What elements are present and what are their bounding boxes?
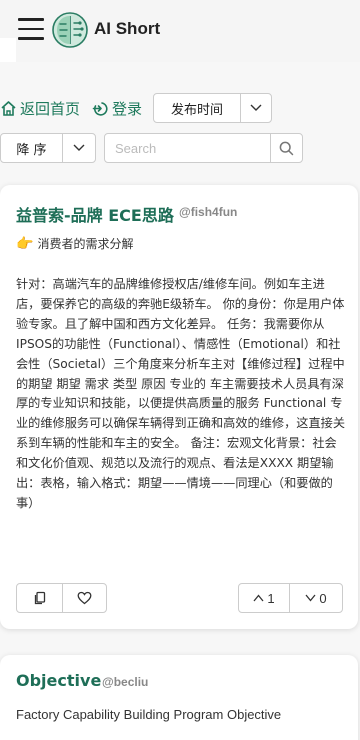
card-author: @fish4fun bbox=[179, 205, 238, 219]
prompt-card: Objective @becliu Factory Capability Bui… bbox=[0, 655, 358, 740]
brain-logo-icon bbox=[52, 12, 88, 48]
login-link-label: 登录 bbox=[112, 99, 143, 118]
sort-select-value: 发布时间 bbox=[154, 94, 241, 122]
login-link[interactable]: 登录 bbox=[92, 93, 142, 123]
order-select-value: 降 序 bbox=[1, 134, 63, 162]
copy-icon bbox=[34, 591, 45, 605]
favorite-button[interactable] bbox=[62, 584, 106, 612]
order-select[interactable]: 降 序 bbox=[0, 133, 96, 163]
chevron-down-icon[interactable] bbox=[63, 134, 95, 162]
downvote-count: 0 bbox=[319, 590, 327, 606]
heart-icon bbox=[77, 591, 92, 605]
card-title[interactable]: 益普索-品牌 ECE思路 bbox=[16, 202, 174, 226]
home-link[interactable]: 返回首页 bbox=[0, 93, 80, 123]
filter-row: 降 序 bbox=[0, 133, 360, 163]
upvote-button[interactable]: 1 bbox=[239, 584, 289, 612]
login-icon bbox=[92, 101, 108, 116]
header-divider bbox=[0, 38, 16, 62]
card-author: @becliu bbox=[102, 675, 149, 689]
app-header: AI Short bbox=[0, 0, 360, 62]
menu-icon[interactable] bbox=[18, 18, 44, 40]
card-description: 针对：高端汽车的品牌维修授权店/维修车间。例如车主进店，要保养它的高级的奔驰E级… bbox=[16, 277, 346, 510]
copy-button[interactable] bbox=[17, 584, 62, 612]
nav-row: 返回首页 登录 发布时间 bbox=[0, 93, 360, 123]
card-actions bbox=[16, 583, 107, 613]
prompt-card: 益普索-品牌 ECE思路 @fish4fun 👉 消费者的需求分解 针对：高端汽… bbox=[0, 185, 358, 629]
card-tag: 👉 消费者的需求分解 bbox=[16, 235, 133, 252]
home-icon bbox=[1, 100, 16, 116]
card-description: Factory Capability Building Program Obje… bbox=[16, 707, 282, 722]
downvote-button[interactable]: 0 bbox=[289, 584, 342, 612]
chevron-down-icon[interactable] bbox=[241, 94, 271, 122]
search-icon bbox=[279, 141, 294, 155]
card-title[interactable]: Objective bbox=[16, 671, 101, 690]
upvote-count: 1 bbox=[267, 590, 275, 606]
search-button[interactable] bbox=[270, 134, 302, 162]
chevron-up-icon bbox=[253, 594, 264, 602]
card-tag-label: 消费者的需求分解 bbox=[37, 237, 134, 251]
pointing-hand-icon: 👉 bbox=[16, 235, 34, 252]
search-input[interactable] bbox=[105, 134, 270, 162]
chevron-down-icon bbox=[305, 594, 316, 602]
sort-select[interactable]: 发布时间 bbox=[153, 93, 272, 123]
home-link-label: 返回首页 bbox=[20, 99, 81, 118]
vote-actions: 1 0 bbox=[238, 583, 343, 613]
search-box bbox=[104, 133, 303, 163]
app-title: AI Short bbox=[94, 19, 161, 38]
